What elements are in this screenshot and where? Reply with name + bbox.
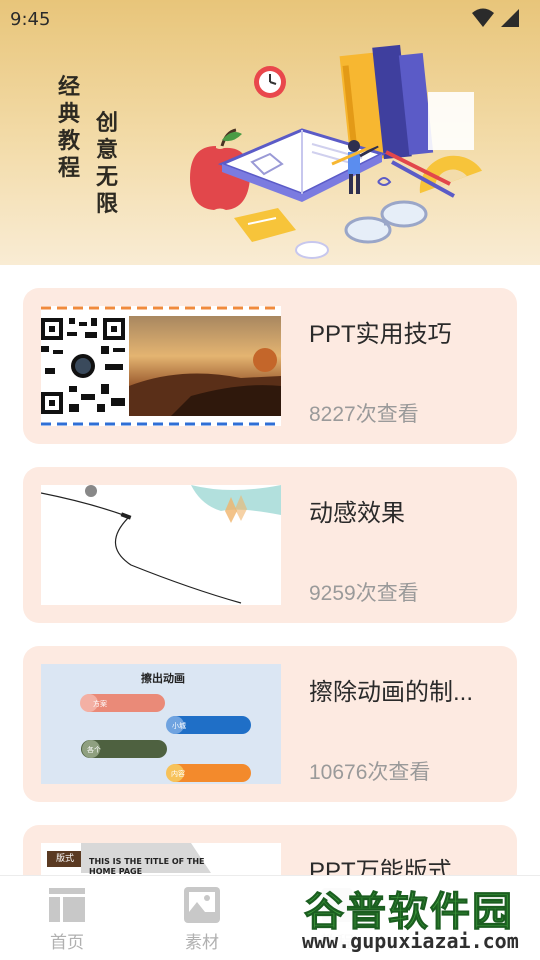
slogan-char: 无	[96, 164, 119, 190]
watermark-url: www.gupuxiazai.com	[302, 929, 519, 953]
status-bar: 9:45	[0, 0, 540, 38]
qr-sunset-thumb	[41, 306, 281, 426]
slogan-char: 教	[58, 128, 81, 154]
thumb-label: 各个	[87, 746, 101, 754]
app-root: 9:45 经 典 教 程 创 意 无 限 PPT实用技巧 8227次查看 动感效…	[0, 0, 540, 960]
status-icons	[472, 8, 520, 28]
sticky-note-icon	[234, 208, 296, 242]
slogan-char: 创	[96, 110, 119, 136]
motion-path-thumb	[41, 485, 281, 605]
nav-label: 素材	[185, 933, 219, 952]
slogan-char: 经	[58, 74, 81, 100]
thumbnail-image	[41, 485, 281, 605]
home-icon	[49, 888, 85, 922]
status-time: 9:45	[10, 8, 51, 30]
study-illustration	[190, 44, 483, 259]
glasses-icon	[344, 200, 428, 244]
nav-label: 首页	[50, 933, 84, 952]
wifi-icon	[472, 8, 494, 27]
thumb-heading: 擦出动画	[141, 672, 185, 685]
book-stack-icon	[339, 44, 474, 162]
item-view-count: 9259次查看	[309, 582, 419, 605]
list-item[interactable]: 擦出动画 方案 小城 各个 内容 擦除动画的制... 10676次查看	[23, 646, 517, 802]
paperclip-icon	[377, 177, 392, 186]
item-view-count: 10676次查看	[309, 761, 431, 784]
slogan-char: 限	[96, 191, 119, 217]
thumbnail-image	[41, 306, 281, 426]
slogan-column-2: 创 意 无 限	[96, 110, 118, 218]
item-view-count: 8227次查看	[309, 403, 419, 426]
slogan-char: 意	[96, 137, 119, 163]
thumbnail-image: 擦出动画 方案 小城 各个 内容	[41, 664, 281, 784]
signal-icon	[501, 9, 519, 27]
image-icon	[184, 887, 220, 923]
eraser-icon	[295, 241, 329, 259]
item-title: 擦除动画的制...	[309, 679, 474, 706]
slogan-char: 程	[58, 155, 81, 181]
slogan-char: 典	[58, 101, 81, 127]
slogan-column-1: 经 典 教 程	[58, 74, 80, 182]
banner-slogan: 经 典 教 程 创 意 无 限	[58, 74, 138, 234]
watermark: 谷普软件园 www.gupuxiazai.com	[296, 877, 540, 957]
thumb-label: 小城	[172, 722, 186, 730]
thumb-label: 内容	[171, 770, 185, 778]
layout-heading: THIS IS THE TITLE OF THE HOME PAGE	[89, 857, 205, 876]
nav-tab-home[interactable]: 首页	[22, 886, 112, 953]
item-title: PPT实用技巧	[309, 321, 452, 348]
clock-icon	[254, 66, 286, 98]
thumb-label: 方案	[93, 700, 107, 708]
list-item[interactable]: 动感效果 9259次查看	[23, 467, 517, 623]
nav-tab-materials[interactable]: 素材	[157, 886, 247, 953]
item-title: 动感效果	[309, 500, 405, 527]
list-item[interactable]: PPT实用技巧 8227次查看	[23, 288, 517, 444]
header-banner[interactable]: 9:45 经 典 教 程 创 意 无 限	[0, 0, 540, 265]
